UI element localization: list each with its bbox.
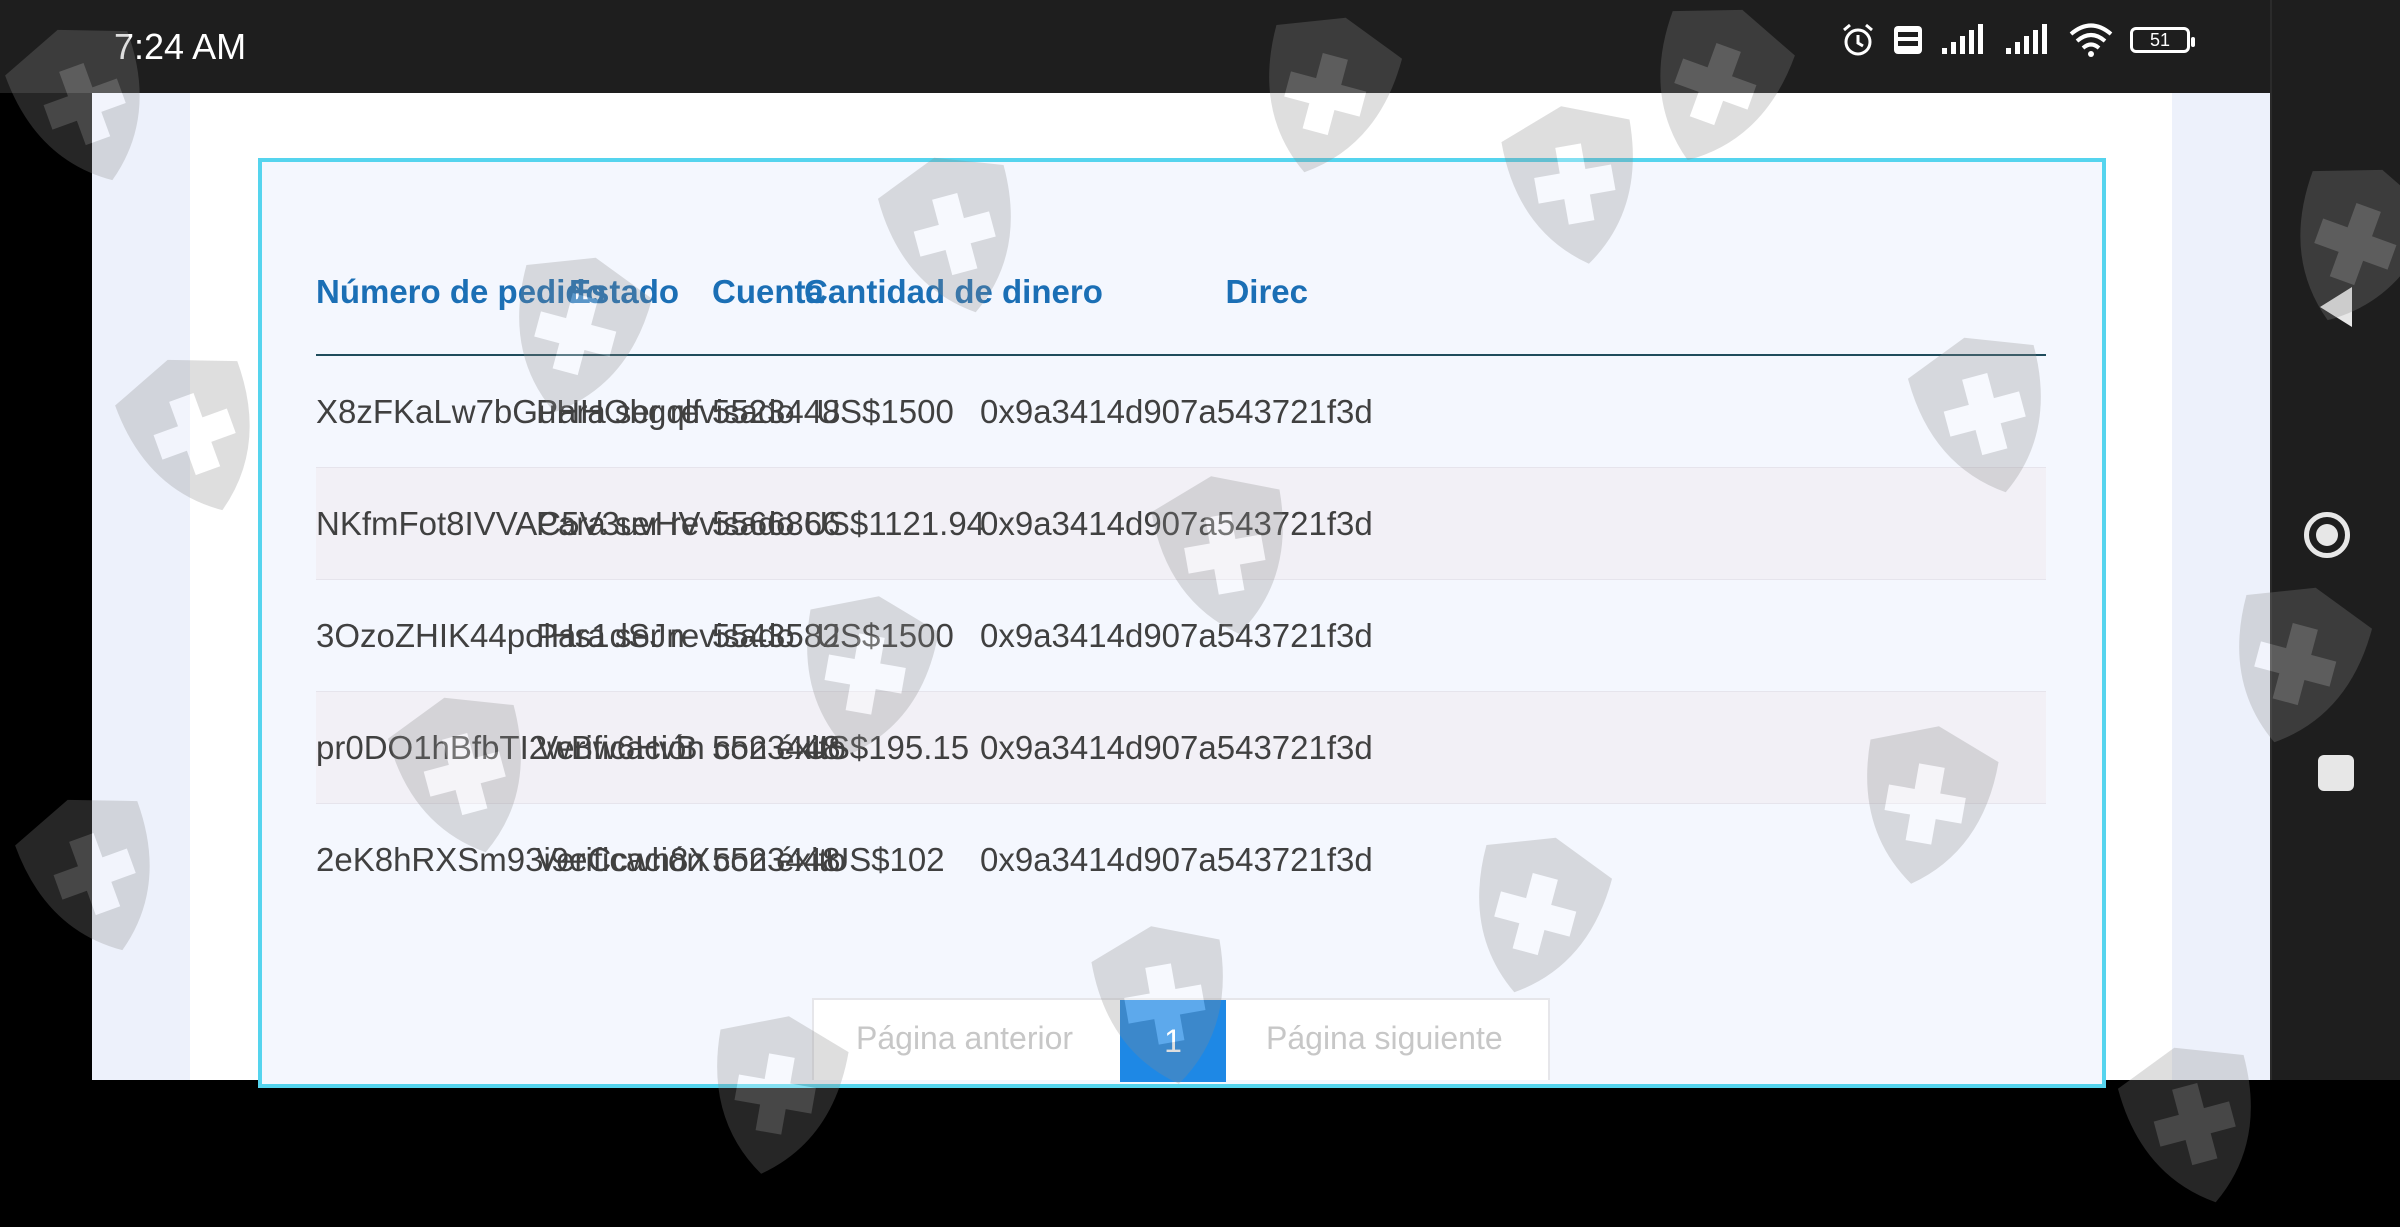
header-account: Cuenta	[712, 230, 824, 356]
cell-address: 0x9a3414d907a543721f3d	[966, 467, 2046, 580]
next-page-button[interactable]: Página siguiente	[1266, 1020, 1503, 1057]
table-header-row: Número de pedido Estado Cuenta Cantidad …	[316, 230, 2046, 356]
cell-order-number: X8zFKaLw7bGuHHObgqlf	[316, 355, 701, 468]
signal-icon	[1942, 24, 1983, 54]
table-row[interactable]: NKfmFot8IVVAC5V3uvHV Para ser revisado 5…	[316, 467, 2046, 580]
table-row[interactable]: pr0DO1hBfbTI2wBw6HvB Verificación con éx…	[316, 691, 2046, 804]
table-row[interactable]: X8zFKaLw7bGuHHObgqlf Para ser revisado 5…	[316, 355, 2046, 468]
cell-status: Para ser revisado	[536, 467, 795, 580]
status-icons: 51	[1840, 22, 2195, 58]
cell-status: Para ser revisado	[536, 355, 795, 468]
status-bar: 7:24 AM 51	[0, 0, 2270, 93]
back-icon[interactable]	[2316, 285, 2356, 329]
signal-icon	[2006, 24, 2047, 54]
cell-address: 0x9a3414d907a543721f3d	[966, 579, 2046, 692]
cell-account: 5523448	[712, 691, 840, 804]
wifi-icon	[2069, 23, 2113, 57]
table-row[interactable]: 3OzoZHIK44polHs1dSJn Para ser revisado 5…	[316, 579, 2046, 692]
cell-amount: US$1121.94	[804, 467, 985, 580]
header-order-number: Número de pedido	[316, 230, 606, 356]
cell-amount: US$1500	[804, 355, 966, 468]
previous-page-button[interactable]: Página anterior	[856, 1020, 1073, 1057]
alarm-icon	[1843, 23, 1873, 56]
system-nav-bar	[2270, 0, 2400, 1080]
cell-amount: US$102	[804, 803, 966, 910]
cell-order-number: pr0DO1hBfbTI2wBw6HvB	[316, 691, 697, 804]
cell-address: 0x9a3414d907a543721f3d	[980, 840, 1373, 878]
recents-icon[interactable]	[2318, 755, 2354, 791]
status-time: 7:24 AM	[114, 26, 247, 67]
cell-account: 5523448	[712, 355, 840, 468]
cell-order-number: NKfmFot8IVVAC5V3uvHV	[316, 467, 701, 580]
cell-status: Para ser revisado	[536, 579, 795, 692]
header-address: Direc	[966, 230, 2046, 356]
header-amount: Cantidad de dinero	[804, 230, 1103, 356]
battery-icon: 51	[2130, 27, 2195, 53]
table-row[interactable]: 2eK8hRXSm93i9eCcwh8X Verificación con éx…	[316, 803, 2046, 910]
page-number-button[interactable]: 1	[1120, 1000, 1226, 1082]
cell-status: Verificación con éxito	[536, 803, 846, 910]
cell-account: 5543582	[712, 579, 840, 692]
cell-status: Verificación con éxito	[536, 691, 846, 804]
cell-account: 5523448	[712, 803, 840, 910]
orders-table: Número de pedido Estado Cuenta Cantidad …	[316, 230, 2046, 910]
cell-order-number: 3OzoZHIK44polHs1dSJn	[316, 579, 685, 692]
cell-amount: US$195.15	[804, 691, 969, 804]
orders-table-container[interactable]: Número de pedido Estado Cuenta Cantidad …	[316, 230, 2046, 910]
cell-order-number: 2eK8hRXSm93i9eCcwh8X	[316, 803, 710, 910]
volte-icon	[1894, 26, 1922, 54]
cell-address: 0x9a3414d907a543721f3d	[966, 355, 2046, 468]
cell-amount: US$1500	[804, 579, 966, 692]
pagination: Página anterior 1 Página siguiente	[812, 998, 1550, 1082]
cell-address: 0x9a3414d907a543721f3d	[966, 691, 2046, 804]
home-icon[interactable]	[2304, 512, 2350, 558]
cell-account: 5566866	[712, 467, 840, 580]
